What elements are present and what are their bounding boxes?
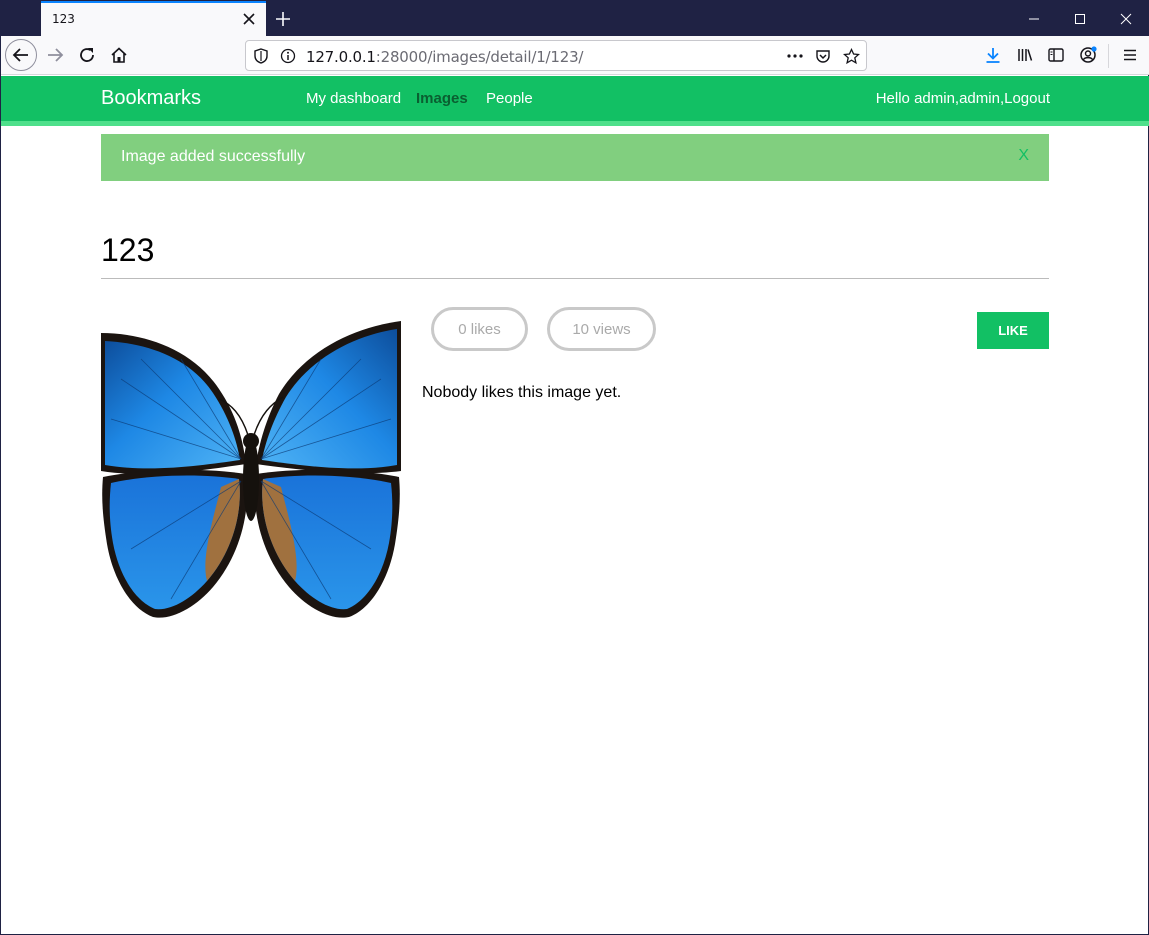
home-icon [111,47,127,63]
site-logo[interactable]: Bookmarks [101,87,201,110]
tab-title: 123 [52,12,75,26]
tab-active[interactable]: 123 [41,1,266,36]
toolbar-separator [1108,44,1109,68]
maximize-icon [1075,13,1085,24]
pocket-icon[interactable] [814,47,832,65]
navigation-toolbar: 127.0.0.1:28000/images/detail/1/123/ [1,36,1149,75]
back-arrow-icon [12,48,28,62]
close-icon [1120,13,1132,24]
home-button[interactable] [103,39,135,71]
message-text: Image added successfully [121,148,306,165]
reload-button[interactable] [71,39,103,71]
close-tab-icon[interactable] [241,11,257,27]
header-underline [1,121,1149,126]
hamburger-menu-icon [1124,49,1136,61]
url-bar[interactable]: 127.0.0.1:28000/images/detail/1/123/ [245,40,867,71]
url-host: 127.0.0.1 [306,48,376,66]
minimize-button[interactable] [1011,1,1057,36]
reload-icon [80,48,94,62]
menu-item-images[interactable]: Images [416,90,468,107]
forward-button[interactable] [39,39,71,71]
bookmark-star-icon[interactable] [842,47,860,65]
shield-icon[interactable] [252,47,270,65]
site-header: Bookmarks My dashboard Images People Hel… [1,76,1149,121]
info-icon[interactable] [279,47,297,65]
page-actions-icon[interactable] [786,47,804,65]
account-button[interactable] [1072,39,1104,71]
account-icon [1080,46,1097,63]
url-path: :28000/images/detail/1/123/ [375,48,584,66]
browser-window: 123 127.0.0.1:28000/images/detail/1/123/… [0,0,1149,935]
image-photo [101,321,401,618]
menu-item-dashboard[interactable]: My dashboard [306,90,401,107]
forward-arrow-icon [48,48,64,62]
like-button[interactable]: LIKE [977,312,1049,349]
user-greeting[interactable]: Hello admin,admin,Logout [876,90,1050,107]
menu-item-people[interactable]: People [486,90,533,107]
downloads-button[interactable] [977,39,1009,71]
success-message: Image added successfully X [101,134,1049,181]
views-count: 10 views [547,307,656,351]
sidebar-icon [1048,48,1064,62]
minimize-icon [1029,18,1039,19]
maximize-button[interactable] [1057,1,1103,36]
library-button[interactable] [1009,39,1041,71]
url-text: 127.0.0.1:28000/images/detail/1/123/ [306,48,583,66]
message-close-button[interactable]: X [1018,147,1029,165]
download-icon [986,48,1000,63]
tab-bar: 123 [1,1,1149,36]
likers-text: Nobody likes this image yet. [422,384,622,401]
title-divider [101,278,1049,279]
new-tab-icon[interactable] [273,9,293,29]
back-button[interactable] [5,39,37,71]
close-window-button[interactable] [1103,1,1149,36]
library-icon [1018,49,1033,61]
menu-button[interactable] [1114,39,1146,71]
image-title: 123 [101,232,155,268]
likes-count: 0 likes [431,307,528,351]
sidebar-button[interactable] [1040,39,1072,71]
